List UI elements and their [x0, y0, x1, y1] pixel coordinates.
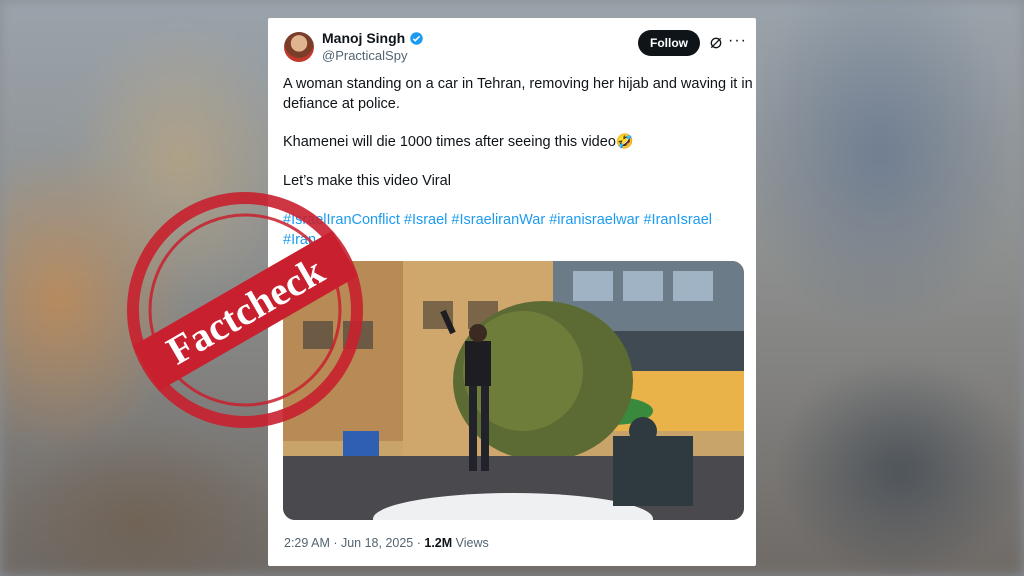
author-name-row[interactable]: Manoj Singh	[322, 30, 424, 46]
tweet-meta: 2:29 AM · Jun 18, 2025 · 1.2M Views	[284, 536, 489, 550]
factcheck-stamp: Factcheck	[127, 192, 363, 428]
grok-icon[interactable]	[708, 35, 724, 51]
avatar[interactable]	[284, 32, 314, 62]
factcheck-label: Factcheck	[159, 247, 332, 373]
tweet-text-line3: Khamenei will die 1000 times after seein…	[283, 134, 634, 150]
tweet-text-line2: defiance at police.	[283, 96, 400, 112]
tweet-text-line1: A woman standing on a car in Tehran, rem…	[283, 76, 753, 92]
author-handle[interactable]: @PracticalSpy	[322, 48, 407, 63]
views-label: Views	[452, 536, 489, 550]
views-count: 1.2M	[424, 536, 453, 550]
author-name[interactable]: Manoj Singh	[322, 30, 405, 46]
timestamp[interactable]: 2:29 AM · Jun 18, 2025 ·	[284, 536, 424, 550]
more-icon[interactable]: ···	[728, 32, 747, 50]
verified-badge-icon	[410, 31, 423, 45]
follow-button[interactable]: Follow	[638, 30, 700, 56]
